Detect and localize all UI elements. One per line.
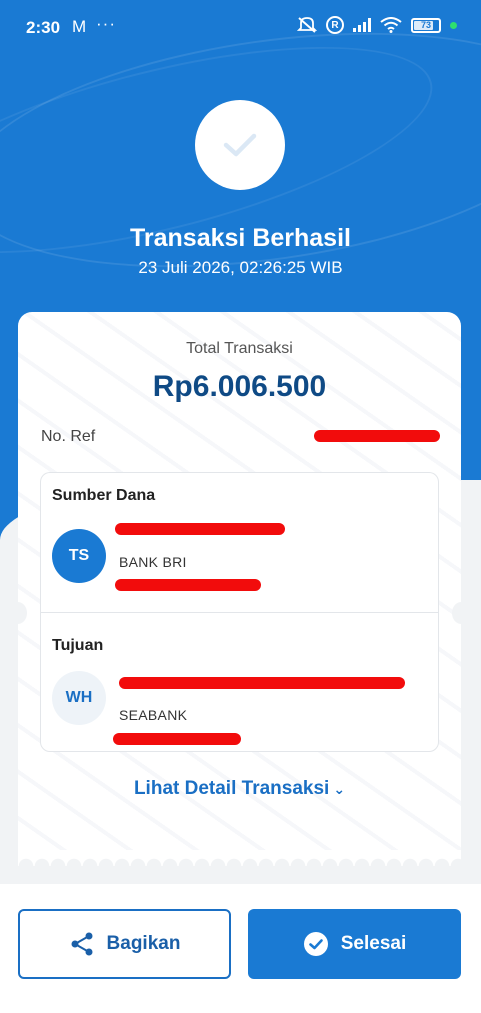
transaction-datetime: 23 Juli 2026, 02:26:25 WIB xyxy=(138,258,343,277)
source-bank-name: BANK BRI xyxy=(119,554,187,570)
ref-label: No. Ref xyxy=(41,428,96,445)
source-heading: Sumber Dana xyxy=(52,487,156,504)
wifi-icon xyxy=(380,17,402,33)
page-title: Transaksi Berhasil xyxy=(130,224,351,252)
view-transaction-details-link[interactable]: Lihat Detail Transaksi ⌄ xyxy=(18,778,461,800)
redaction-mark xyxy=(115,579,261,591)
gmail-icon: M xyxy=(72,17,87,36)
total-amount: Rp6.006.500 xyxy=(152,370,327,403)
source-of-funds-section: Sumber Dana TS BANK BRI xyxy=(40,472,439,612)
bottom-action-bar: Bagikan Selesai xyxy=(0,884,481,1013)
redaction-mark xyxy=(119,677,405,689)
check-circle-icon xyxy=(303,932,328,956)
receipt-zigzag-edge xyxy=(18,850,461,866)
battery-icon: 73 xyxy=(411,17,441,33)
detail-link-label: Lihat Detail Transaksi xyxy=(133,778,330,799)
redaction-mark xyxy=(113,733,241,745)
signal-icon xyxy=(353,18,371,32)
redaction-mark xyxy=(115,523,285,535)
mute-icon xyxy=(297,17,317,33)
status-time: 2:30 xyxy=(26,18,61,37)
chevron-down-icon: ⌄ xyxy=(333,781,346,797)
done-button[interactable]: Selesai xyxy=(248,909,461,979)
battery-level: 73 xyxy=(420,20,431,30)
redaction-mark xyxy=(314,430,440,442)
receipt-card: Total Transaksi Rp6.006.500 No. Ref Sumb… xyxy=(18,312,461,862)
avatar: WH xyxy=(52,671,106,725)
checkmark-icon xyxy=(223,133,257,157)
registered-icon: R xyxy=(326,16,344,34)
share-icon xyxy=(71,932,93,956)
avatar: TS xyxy=(52,529,106,583)
success-check-icon xyxy=(195,100,285,190)
status-bar: 2:30 M ··· R 73 xyxy=(0,0,481,56)
privacy-indicator-dot xyxy=(450,21,457,29)
more-notifications-icon: ··· xyxy=(96,14,116,33)
status-icons: R 73 xyxy=(297,16,457,34)
destination-section: Tujuan WH SEABANK xyxy=(40,612,439,752)
share-button[interactable]: Bagikan xyxy=(18,909,231,979)
share-button-label: Bagikan xyxy=(106,933,181,954)
destination-bank-name: SEABANK xyxy=(119,707,188,723)
total-label: Total Transaksi xyxy=(186,340,293,357)
done-button-label: Selesai xyxy=(340,933,407,954)
destination-heading: Tujuan xyxy=(52,637,104,654)
